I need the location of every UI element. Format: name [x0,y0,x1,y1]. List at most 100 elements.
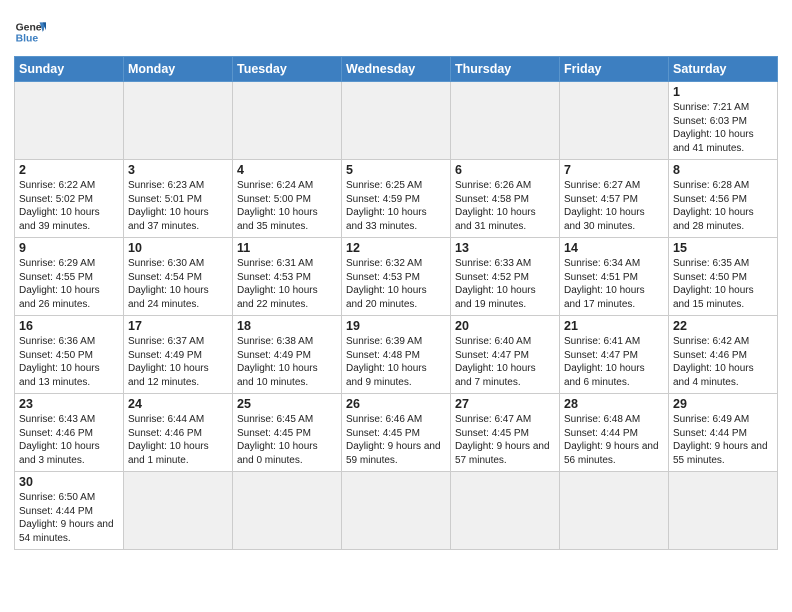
day-info: Sunrise: 6:35 AM Sunset: 4:50 PM Dayligh… [673,257,773,311]
day-info: Sunrise: 6:37 AM Sunset: 4:49 PM Dayligh… [128,335,228,389]
day-number: 20 [455,319,555,333]
calendar-cell: 8 Sunrise: 6:28 AM Sunset: 4:56 PM Daylig… [669,160,778,238]
calendar-cell: 18 Sunrise: 6:38 AM Sunset: 4:49 PM Dayli… [233,316,342,394]
day-info: Sunrise: 6:36 AM Sunset: 4:50 PM Dayligh… [19,335,119,389]
day-info: Sunrise: 6:25 AM Sunset: 4:59 PM Dayligh… [346,179,446,233]
day-info: Sunrise: 6:45 AM Sunset: 4:45 PM Dayligh… [237,413,337,467]
day-info: Sunrise: 6:46 AM Sunset: 4:45 PM Dayligh… [346,413,446,467]
calendar-cell: 5 Sunrise: 6:25 AM Sunset: 4:59 PM Daylig… [342,160,451,238]
day-info: Sunrise: 6:28 AM Sunset: 4:56 PM Dayligh… [673,179,773,233]
day-number: 1 [673,85,773,99]
day-number: 18 [237,319,337,333]
day-number: 14 [564,241,664,255]
calendar-cell [451,82,560,160]
calendar-week-row: 2 Sunrise: 6:22 AM Sunset: 5:02 PM Daylig… [15,160,778,238]
header: General Blue [14,10,778,48]
day-info: Sunrise: 6:39 AM Sunset: 4:48 PM Dayligh… [346,335,446,389]
day-number: 30 [19,475,119,489]
day-number: 8 [673,163,773,177]
calendar-cell [560,472,669,550]
generalblue-logo-icon: General Blue [14,16,46,48]
calendar-cell: 15 Sunrise: 6:35 AM Sunset: 4:50 PM Dayli… [669,238,778,316]
day-number: 4 [237,163,337,177]
day-info: Sunrise: 7:21 AM Sunset: 6:03 PM Dayligh… [673,101,773,155]
calendar-cell: 24Sunrise: 6:44 AM Sunset: 4:46 PM Dayli… [124,394,233,472]
day-info: Sunrise: 6:42 AM Sunset: 4:46 PM Dayligh… [673,335,773,389]
day-number: 9 [19,241,119,255]
day-number: 16 [19,319,119,333]
calendar-cell [342,82,451,160]
day-number: 26 [346,397,446,411]
calendar-cell: 25Sunrise: 6:45 AM Sunset: 4:45 PM Dayli… [233,394,342,472]
calendar-cell [124,472,233,550]
calendar-cell: 9 Sunrise: 6:29 AM Sunset: 4:55 PM Daylig… [15,238,124,316]
logo: General Blue [14,16,46,48]
calendar-week-row: 16 Sunrise: 6:36 AM Sunset: 4:50 PM Dayli… [15,316,778,394]
day-info: Sunrise: 6:29 AM Sunset: 4:55 PM Dayligh… [19,257,119,311]
day-info: Sunrise: 6:30 AM Sunset: 4:54 PM Dayligh… [128,257,228,311]
day-number: 17 [128,319,228,333]
day-info: Sunrise: 6:38 AM Sunset: 4:49 PM Dayligh… [237,335,337,389]
day-number: 15 [673,241,773,255]
day-number: 11 [237,241,337,255]
calendar-cell: 7Sunrise: 6:27 AM Sunset: 4:57 PM Daylig… [560,160,669,238]
calendar-cell [233,82,342,160]
calendar-cell: 21Sunrise: 6:41 AM Sunset: 4:47 PM Dayli… [560,316,669,394]
calendar-cell: 2 Sunrise: 6:22 AM Sunset: 5:02 PM Daylig… [15,160,124,238]
calendar-cell: 23 Sunrise: 6:43 AM Sunset: 4:46 PM Dayli… [15,394,124,472]
calendar-week-row: 9 Sunrise: 6:29 AM Sunset: 4:55 PM Daylig… [15,238,778,316]
day-info: Sunrise: 6:48 AM Sunset: 4:44 PM Dayligh… [564,413,664,467]
day-info: Sunrise: 6:31 AM Sunset: 4:53 PM Dayligh… [237,257,337,311]
calendar-cell: 17 Sunrise: 6:37 AM Sunset: 4:49 PM Dayli… [124,316,233,394]
day-number: 13 [455,241,555,255]
calendar-cell [124,82,233,160]
calendar-cell: 4 Sunrise: 6:24 AM Sunset: 5:00 PM Daylig… [233,160,342,238]
calendar-cell: 20Sunrise: 6:40 AM Sunset: 4:47 PM Dayli… [451,316,560,394]
calendar-cell: 30 Sunrise: 6:50 AM Sunset: 4:44 PM Dayli… [15,472,124,550]
calendar-cell: 28Sunrise: 6:48 AM Sunset: 4:44 PM Dayli… [560,394,669,472]
day-number: 22 [673,319,773,333]
calendar-cell: 22 Sunrise: 6:42 AM Sunset: 4:46 PM Dayli… [669,316,778,394]
calendar-cell [669,472,778,550]
day-info: Sunrise: 6:41 AM Sunset: 4:47 PM Dayligh… [564,335,664,389]
day-info: Sunrise: 6:32 AM Sunset: 4:53 PM Dayligh… [346,257,446,311]
calendar-cell: 27Sunrise: 6:47 AM Sunset: 4:45 PM Dayli… [451,394,560,472]
day-number: 10 [128,241,228,255]
calendar-week-row: 23 Sunrise: 6:43 AM Sunset: 4:46 PM Dayli… [15,394,778,472]
day-info: Sunrise: 6:50 AM Sunset: 4:44 PM Dayligh… [19,491,119,545]
day-info: Sunrise: 6:27 AM Sunset: 4:57 PM Dayligh… [564,179,664,233]
day-info: Sunrise: 6:22 AM Sunset: 5:02 PM Dayligh… [19,179,119,233]
calendar-cell: 11 Sunrise: 6:31 AM Sunset: 4:53 PM Dayli… [233,238,342,316]
calendar-cell: 26 Sunrise: 6:46 AM Sunset: 4:45 PM Dayli… [342,394,451,472]
calendar-cell: 12 Sunrise: 6:32 AM Sunset: 4:53 PM Dayli… [342,238,451,316]
weekday-header-wednesday: Wednesday [342,57,451,82]
day-number: 29 [673,397,773,411]
calendar-week-row: 30 Sunrise: 6:50 AM Sunset: 4:44 PM Dayli… [15,472,778,550]
day-number: 12 [346,241,446,255]
day-number: 5 [346,163,446,177]
calendar-cell: 6 Sunrise: 6:26 AM Sunset: 4:58 PM Daylig… [451,160,560,238]
day-info: Sunrise: 6:24 AM Sunset: 5:00 PM Dayligh… [237,179,337,233]
calendar-cell: 16 Sunrise: 6:36 AM Sunset: 4:50 PM Dayli… [15,316,124,394]
day-info: Sunrise: 6:23 AM Sunset: 5:01 PM Dayligh… [128,179,228,233]
calendar-cell: 13Sunrise: 6:33 AM Sunset: 4:52 PM Dayli… [451,238,560,316]
calendar-cell: 1 Sunrise: 7:21 AM Sunset: 6:03 PM Daylig… [669,82,778,160]
day-info: Sunrise: 6:26 AM Sunset: 4:58 PM Dayligh… [455,179,555,233]
calendar-cell: 19Sunrise: 6:39 AM Sunset: 4:48 PM Dayli… [342,316,451,394]
day-info: Sunrise: 6:43 AM Sunset: 4:46 PM Dayligh… [19,413,119,467]
calendar-cell: 3Sunrise: 6:23 AM Sunset: 5:01 PM Daylig… [124,160,233,238]
weekday-header-tuesday: Tuesday [233,57,342,82]
calendar-cell [560,82,669,160]
calendar-table: SundayMondayTuesdayWednesdayThursdayFrid… [14,56,778,550]
day-info: Sunrise: 6:34 AM Sunset: 4:51 PM Dayligh… [564,257,664,311]
day-number: 2 [19,163,119,177]
calendar-cell [451,472,560,550]
calendar-cell: 29Sunrise: 6:49 AM Sunset: 4:44 PM Dayli… [669,394,778,472]
day-number: 24 [128,397,228,411]
day-number: 23 [19,397,119,411]
calendar-cell: 10 Sunrise: 6:30 AM Sunset: 4:54 PM Dayli… [124,238,233,316]
day-number: 6 [455,163,555,177]
day-info: Sunrise: 6:47 AM Sunset: 4:45 PM Dayligh… [455,413,555,467]
calendar-cell [15,82,124,160]
calendar-cell: 14 Sunrise: 6:34 AM Sunset: 4:51 PM Dayli… [560,238,669,316]
